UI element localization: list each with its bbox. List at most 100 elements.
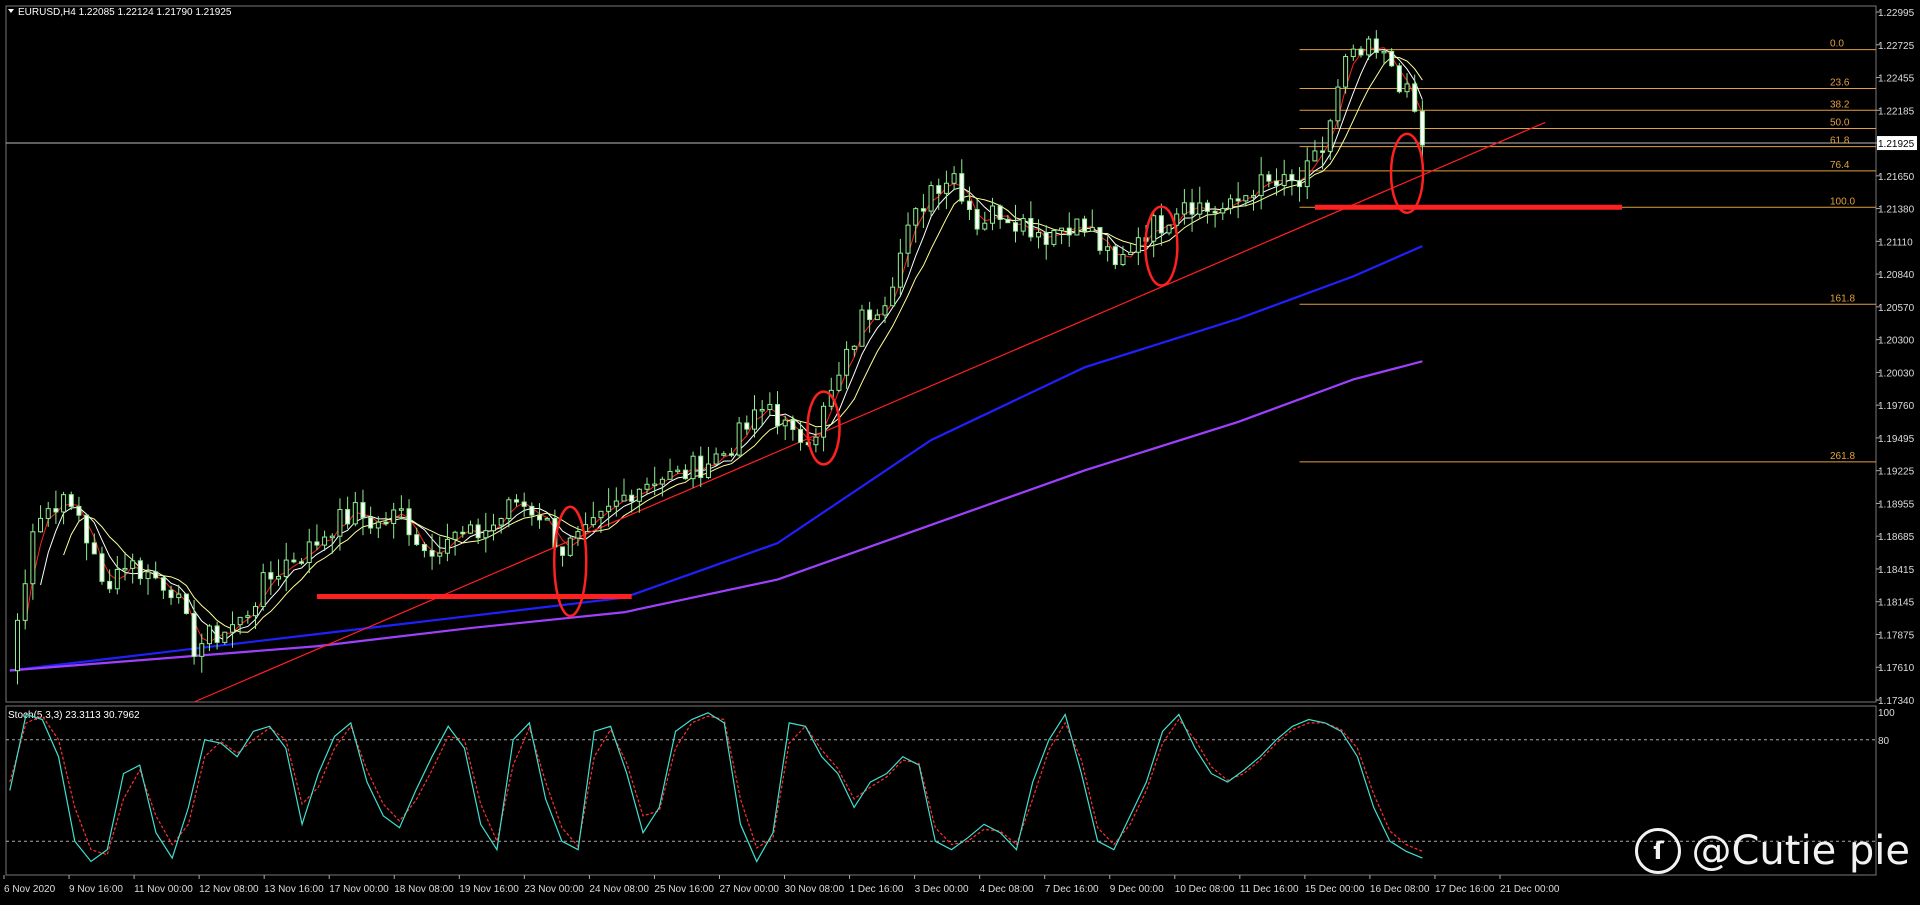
x-tick-label: 11 Nov 00:00 [134, 884, 193, 895]
fib-level-label: 76.4 [1830, 160, 1850, 171]
candle-body [721, 453, 727, 456]
candle-body [705, 463, 711, 478]
highlight-ellipse [552, 505, 588, 618]
candle-body [1151, 215, 1157, 242]
trading-chart[interactable]: 1.22995 1.22725 1.22455 1.22185 1.21650 1.213… [0, 0, 1920, 900]
candle-body [1381, 50, 1387, 54]
candle-body [15, 619, 21, 672]
candle-body [299, 561, 305, 564]
candle-body [744, 422, 750, 430]
candle-body [1051, 230, 1057, 245]
candle-body [859, 309, 865, 347]
y-tick-label: 1.17340 [1878, 696, 1915, 707]
candle-body [982, 222, 988, 230]
candle-body [1350, 48, 1356, 58]
candle-body [1189, 202, 1195, 215]
candle-body [1327, 120, 1333, 152]
candle-body [91, 542, 97, 555]
candle-body [276, 576, 282, 580]
candle-body [767, 404, 773, 410]
candle-body [1404, 83, 1410, 93]
y-tick-label: 1.20300 [1878, 336, 1915, 347]
candle-body [1320, 150, 1326, 153]
y-tick-label: 1.20840 [1878, 270, 1915, 281]
candle-body [1281, 174, 1287, 186]
candle-body [997, 205, 1003, 220]
candle-body [867, 309, 873, 321]
candle-body [751, 409, 757, 430]
candle-body [214, 625, 220, 643]
candle-body [959, 173, 965, 202]
y-tick-label: 1.18685 [1878, 532, 1915, 543]
candle-body [1304, 160, 1310, 188]
current-price-label: 1.21925 [1878, 139, 1915, 150]
candle-body [1343, 56, 1349, 88]
candle-body [1274, 180, 1280, 186]
fib-level-label: 161.8 [1830, 293, 1855, 304]
candle-body [53, 508, 59, 513]
y-tick-label: 1.22455 [1878, 74, 1915, 85]
candle-body [1105, 246, 1111, 251]
candle-body [329, 535, 335, 539]
fib-level-label: 50.0 [1830, 117, 1850, 128]
x-tick-label: 18 Nov 08:00 [394, 884, 454, 895]
watermark: ſ @Cutie pie [1635, 828, 1910, 874]
candle-body [1366, 38, 1372, 56]
candle-body [421, 543, 427, 552]
candle-body [951, 173, 957, 184]
candle-body [322, 536, 328, 546]
candle-body [61, 494, 67, 513]
candle-body [1028, 218, 1034, 238]
candle-body [897, 252, 903, 288]
candle-body [283, 559, 289, 578]
candle-body [229, 624, 235, 633]
price-chart-svg[interactable]: 1.22995 1.22725 1.22455 1.22185 1.21650 1.213… [0, 0, 1920, 900]
candle-body [191, 612, 197, 657]
candle-body [521, 501, 527, 507]
candle-body [1258, 174, 1264, 197]
candle-body [1204, 202, 1210, 212]
x-tick-label: 30 Nov 08:00 [785, 884, 845, 895]
y-tick-label: 1.22185 [1878, 106, 1915, 117]
x-tick-label: 23 Nov 00:00 [524, 884, 584, 895]
x-tick-label: 9 Nov 16:00 [69, 884, 123, 895]
candle-body [352, 502, 358, 525]
y-tick-label: 1.19225 [1878, 467, 1915, 478]
candle-body [690, 455, 696, 480]
y-tick-label: 1.21110 [1878, 237, 1913, 248]
highlight-ellipse [1389, 132, 1425, 214]
stoch-level-label: 80 [1878, 736, 1890, 747]
candle-body [1005, 218, 1011, 224]
candle-body [698, 455, 704, 478]
candle-body [652, 483, 658, 487]
candle-body [1289, 174, 1295, 182]
candle-body [506, 499, 512, 520]
candle-body [68, 494, 74, 507]
candle-body [974, 209, 980, 230]
candle-body [237, 616, 243, 626]
candle-body [1358, 48, 1364, 56]
candle-body [514, 499, 520, 503]
candle-body [360, 502, 366, 519]
symbol-dropdown-icon[interactable] [8, 9, 14, 13]
candle-body [1181, 202, 1187, 215]
candle-body [782, 419, 788, 427]
candle-body [1158, 215, 1164, 234]
candle-body [636, 488, 642, 502]
candle-body [406, 508, 412, 536]
candle-body [99, 553, 105, 582]
candle-body [314, 541, 320, 546]
y-tick-label: 1.22995 [1878, 8, 1915, 19]
candle-body [1112, 246, 1118, 266]
y-tick-label: 1.18415 [1878, 565, 1915, 576]
candle-body [936, 185, 942, 194]
candle-body [621, 494, 627, 502]
candle-body [153, 571, 159, 579]
candle-body [1412, 83, 1418, 112]
candle-body [1266, 174, 1272, 182]
x-tick-label: 10 Dec 08:00 [1175, 884, 1235, 895]
y-tick-label: 1.21650 [1878, 172, 1915, 183]
candle-body [306, 541, 312, 564]
fib-level-label: 100.0 [1830, 196, 1855, 207]
y-tick-label: 1.19760 [1878, 401, 1915, 412]
